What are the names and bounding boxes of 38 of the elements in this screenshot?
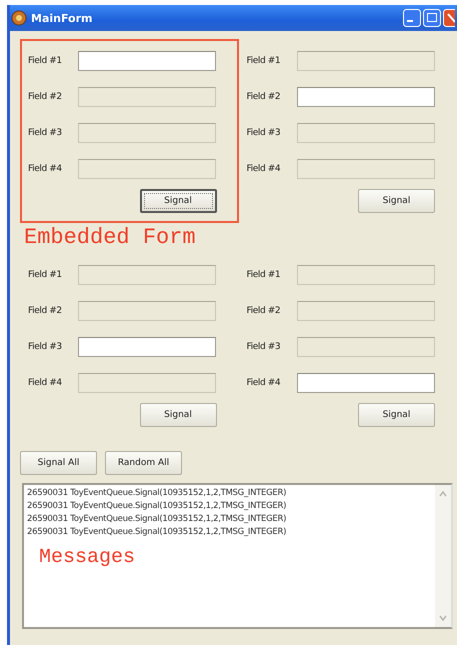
field-label: Field #3 [28,128,63,138]
field-label: Field #1 [28,270,63,280]
input-field[interactable] [296,87,434,107]
field-label: Field #4 [28,164,63,174]
minimize-icon[interactable] [403,9,421,27]
log-line: 26590031 ToyEventQueue.Signal(10935152,1,2,TMSG_INTEGER) [27,487,288,500]
log-line: 26590031 ToyEventQueue.Signal(10935152,1,2,TMSG_INTEGER) [27,526,288,539]
log-line: 26590031 ToyEventQueue.Signal(10935152,1,2,TMSG_INTEGER) [27,513,288,526]
window-title: MainForm [31,12,94,24]
scrollbar[interactable] [435,485,451,627]
field-label: Field #1 [246,270,282,280]
signal-button[interactable]: Signal [358,189,435,213]
annotation-label: Embedded Form [23,224,197,252]
field-label: Field #4 [246,164,282,174]
field-label: Field #2 [246,306,282,316]
input-field[interactable] [296,373,434,393]
field-label: Field #4 [246,378,282,388]
field-label: Field #2 [246,92,282,102]
maximize-icon[interactable] [423,9,441,27]
action-button[interactable]: Signal All [20,451,97,475]
input-field[interactable] [78,51,216,71]
app-icon [11,10,27,26]
close-icon[interactable] [443,9,455,27]
input-field[interactable] [78,337,216,357]
signal-button[interactable]: Signal [358,403,435,427]
field-label: Field #1 [246,56,282,66]
signal-button[interactable]: Signal [140,189,216,213]
field-label: Field #2 [28,92,63,102]
field-label: Field #3 [246,128,282,138]
signal-button[interactable]: Signal [140,403,216,427]
field-label: Field #4 [28,378,63,388]
field-label: Field #2 [28,306,63,316]
log-line: 26590031 ToyEventQueue.Signal(10935152,1,2,TMSG_INTEGER) [27,500,288,513]
field-label: Field #3 [246,342,282,352]
field-label: Field #1 [28,56,63,66]
annotation-label: Messages [38,545,136,571]
field-label: Field #3 [28,342,63,352]
action-button[interactable]: Random All [105,451,182,475]
